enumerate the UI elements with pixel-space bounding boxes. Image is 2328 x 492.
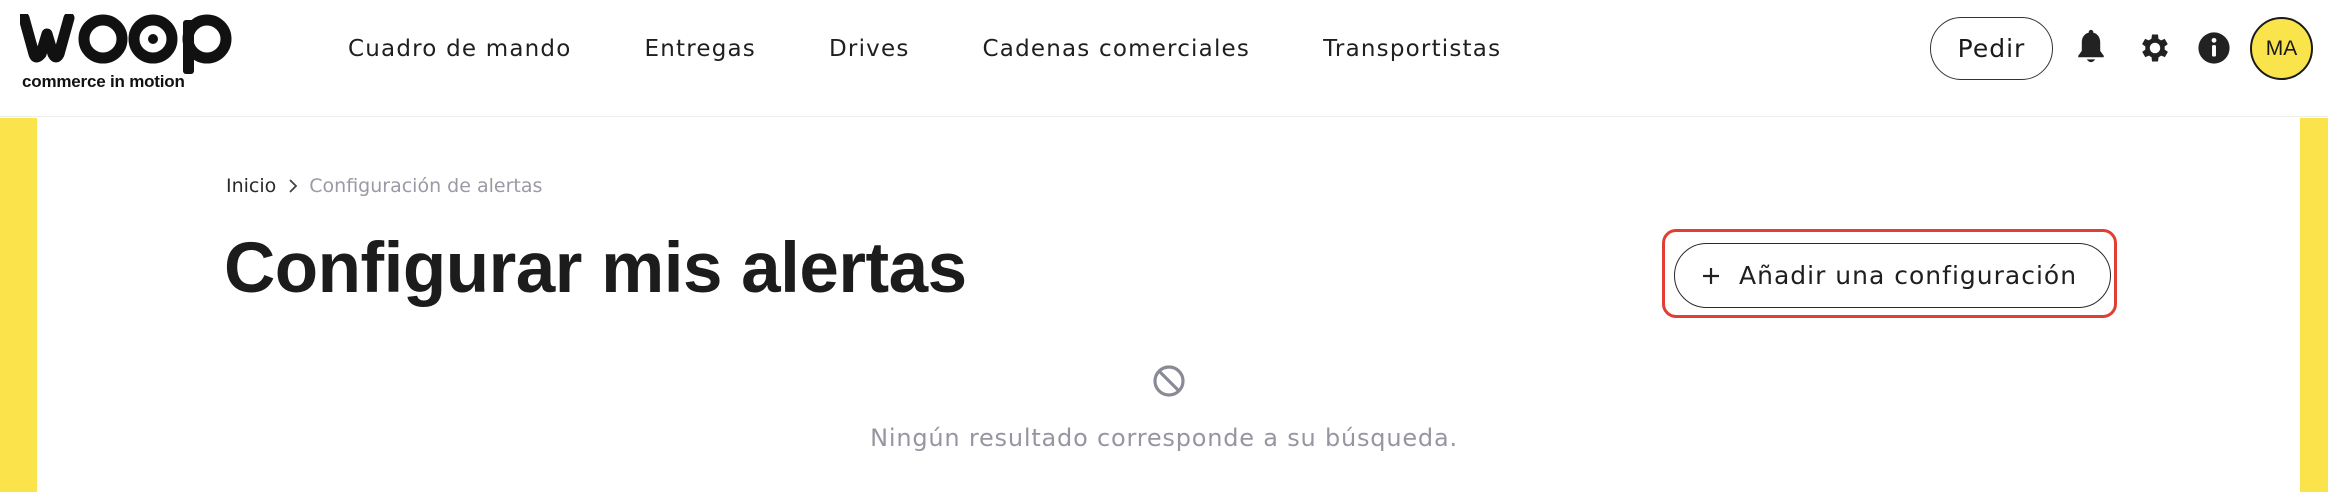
top-header: commerce in motion Cuadro de mando Entre… <box>0 0 2328 117</box>
add-configuration-label: Añadir una configuración <box>1739 261 2078 290</box>
woop-logo[interactable]: commerce in motion <box>20 14 255 94</box>
nav-item-cuadro-de-mando[interactable]: Cuadro de mando <box>348 36 571 62</box>
order-button[interactable]: Pedir <box>1930 17 2053 80</box>
user-avatar[interactable]: MA <box>2250 17 2313 80</box>
logo-tagline: commerce in motion <box>22 72 185 91</box>
breadcrumb-current: Configuración de alertas <box>309 175 543 197</box>
empty-state-message: Ningún resultado corresponde a su búsque… <box>870 424 1458 452</box>
plus-icon <box>1701 266 1721 286</box>
no-results-icon <box>1151 363 1187 399</box>
breadcrumb: Inicio Configuración de alertas <box>226 175 542 197</box>
nav-item-drives[interactable]: Drives <box>829 36 910 62</box>
nav-item-transportistas[interactable]: Transportistas <box>1323 36 1501 62</box>
main-nav: Cuadro de mando Entregas Drives Cadenas … <box>330 0 1574 98</box>
woop-logo-mark <box>20 14 232 74</box>
info-icon[interactable] <box>2194 28 2234 68</box>
add-configuration-button[interactable]: Añadir una configuración <box>1674 243 2111 308</box>
bell-icon[interactable] <box>2071 28 2111 68</box>
chevron-right-icon <box>287 178 299 194</box>
nav-item-cadenas-comerciales[interactable]: Cadenas comerciales <box>983 36 1251 62</box>
breadcrumb-home-link[interactable]: Inicio <box>226 175 276 197</box>
nav-item-entregas[interactable]: Entregas <box>644 36 756 62</box>
gear-icon[interactable] <box>2135 28 2175 68</box>
page-title: Configurar mis alertas <box>224 229 967 308</box>
